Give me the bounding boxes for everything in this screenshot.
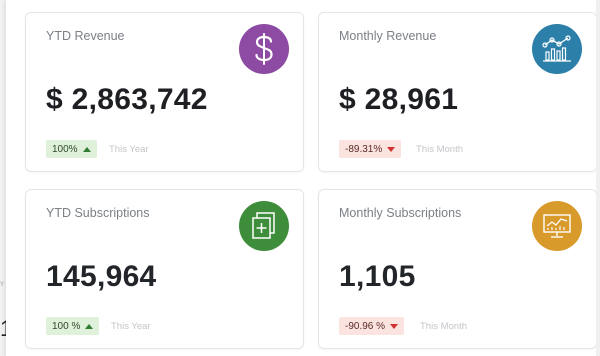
change-value: 100% (52, 143, 78, 155)
stats-panel: YTD Revenue $ 2,863,742 100% This Year M… (6, 0, 600, 356)
trend-up-icon (85, 323, 94, 329)
dollar-icon (239, 24, 289, 74)
card-value: 1,105 (339, 260, 416, 293)
trend-down-icon (390, 323, 399, 329)
card-title: Monthly Subscriptions (339, 206, 462, 220)
copy-plus-icon (239, 201, 289, 251)
period-label: This Month (416, 144, 463, 155)
card-value: $ 28,961 (339, 83, 459, 116)
change-badge: -89.31% (339, 140, 402, 158)
trend-up-icon (82, 146, 91, 152)
monitor-chart-icon (532, 201, 582, 251)
card-title: YTD Revenue (46, 29, 125, 43)
bar-chart-icon (532, 24, 582, 74)
scrollbar[interactable] (596, 0, 600, 356)
change-value: -90.96 % (345, 320, 386, 332)
ytd-revenue-card: YTD Revenue $ 2,863,742 100% This Year (25, 12, 304, 172)
monthly-subscriptions-card: Monthly Subscriptions 1,105 -90.96 % Thi… (318, 189, 597, 349)
period-label: This Year (109, 144, 149, 155)
change-value: -89.31% (345, 143, 383, 155)
card-value: 145,964 (46, 260, 157, 293)
change-value: 100 % (52, 320, 81, 332)
card-title: Monthly Revenue (339, 29, 437, 43)
ytd-subscriptions-card: YTD Subscriptions 145,964 100 % This Yea… (25, 189, 304, 349)
background-text-fragment: Y (0, 282, 5, 288)
card-title: YTD Subscriptions (46, 206, 150, 220)
card-value: $ 2,863,742 (46, 83, 208, 116)
change-badge: 100% (46, 140, 97, 158)
monthly-revenue-card: Monthly Revenue $ 28,961 -89.31% This Mo… (318, 12, 597, 172)
change-badge: 100 % (46, 317, 100, 335)
change-badge: -90.96 % (339, 317, 405, 335)
period-label: This Year (111, 321, 151, 332)
period-label: This Month (420, 321, 467, 332)
trend-down-icon (387, 146, 396, 152)
